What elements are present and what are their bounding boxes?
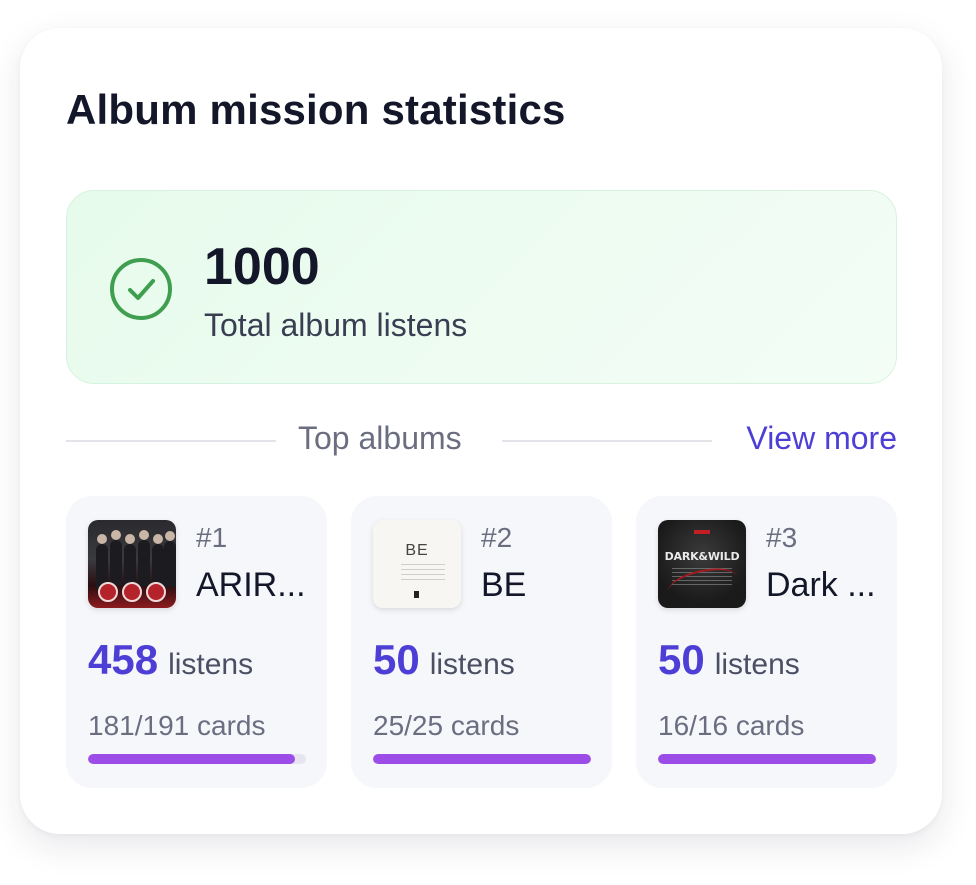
album-listen-unit: listens (429, 648, 515, 681)
check-circle-icon (110, 258, 172, 320)
album-cards-count: 181/191 cards (88, 710, 266, 741)
album-card-1[interactable]: #1 ARIR... 458 listens 181/191 cards (66, 496, 327, 788)
album-progress-fill (88, 754, 295, 764)
be-cover-text: BE (405, 542, 429, 559)
divider-line-left (66, 440, 276, 442)
album-progress-bar (88, 754, 306, 764)
album-mission-statistics-card: Album mission statistics 1000 Total albu… (20, 28, 942, 834)
total-listens-label: Total album listens (204, 307, 468, 343)
album-card-2[interactable]: BE #2 BE 50 listens 25/25 cards (351, 496, 612, 788)
album-cards-count: 16/16 cards (658, 710, 805, 741)
album-progress-bar (373, 754, 591, 764)
album-cards-count: 25/25 cards (373, 710, 520, 741)
divider-line-right (502, 440, 712, 442)
album-progress-fill (373, 754, 591, 764)
album-listen-count: 50 (373, 636, 420, 683)
top-albums-list: #1 ARIR... 458 listens 181/191 cards BE #… (66, 496, 897, 788)
top-albums-header: Top albums View more (66, 418, 897, 464)
album-rank: #1 (196, 522, 228, 553)
album-listen-count: 458 (88, 636, 159, 683)
card-title: Album mission statistics (66, 86, 566, 133)
album-card-3[interactable]: DARK&WILD #3 Dark ... 50 listens 16/16 ca… (636, 496, 897, 788)
album-rank: #2 (481, 522, 513, 553)
album-listens: 50 listens (658, 636, 800, 684)
view-more-link[interactable]: View more (746, 420, 897, 457)
album-name: ARIR... (196, 566, 306, 604)
top-albums-label: Top albums (298, 420, 462, 456)
be-cover: BE (373, 520, 461, 608)
album-listen-unit: listens (168, 648, 254, 681)
arirang-cover (88, 520, 176, 608)
album-progress-bar (658, 754, 876, 764)
album-progress-fill (658, 754, 876, 764)
album-listen-count: 50 (658, 636, 705, 683)
album-listens: 50 listens (373, 636, 515, 684)
dark-and-wild-cover: DARK&WILD (658, 520, 746, 608)
dark-and-wild-cover-text: DARK&WILD (664, 550, 740, 563)
album-listens: 458 listens (88, 636, 253, 684)
album-rank: #3 (766, 522, 798, 553)
total-listens-value: 1000 (204, 238, 320, 296)
total-listens-panel: 1000 Total album listens (66, 190, 897, 384)
album-listen-unit: listens (714, 648, 800, 681)
album-name: BE (481, 566, 527, 604)
album-name: Dark ... (766, 566, 876, 604)
